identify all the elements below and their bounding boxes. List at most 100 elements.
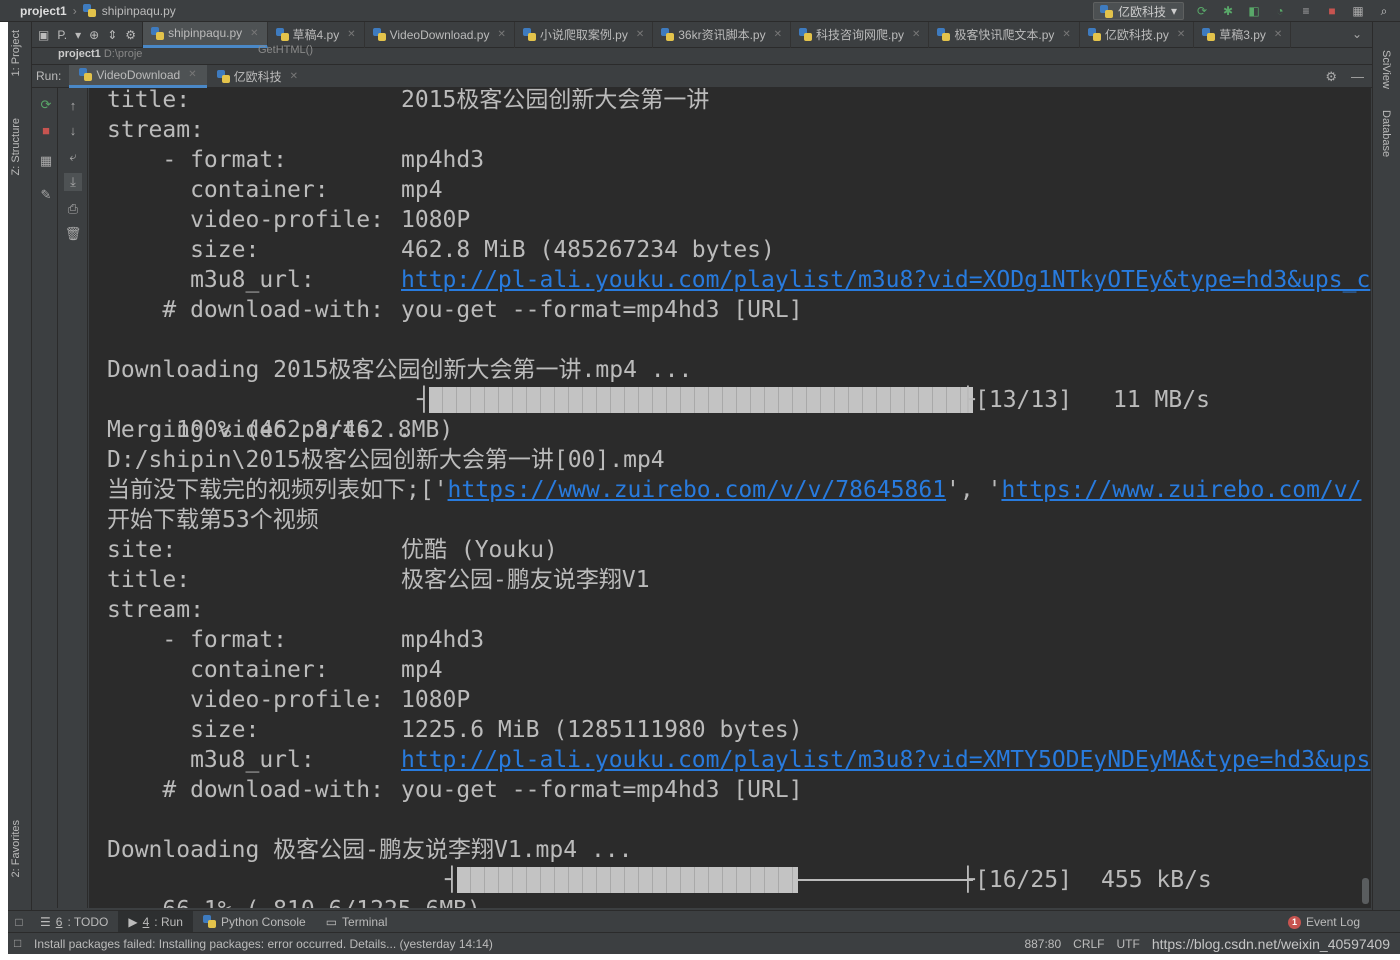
gear-icon[interactable]: ⚙ xyxy=(125,28,136,42)
tool-tab-sciview[interactable]: SciView xyxy=(1380,50,1392,89)
close-icon[interactable]: ✕ xyxy=(497,29,505,40)
print-icon[interactable]: ⎙ xyxy=(64,200,82,218)
editor-tab[interactable]: 科技咨询网爬.py ✕ xyxy=(791,21,930,48)
gear-icon[interactable]: ⚙ xyxy=(1325,69,1337,85)
file-encoding[interactable]: UTF xyxy=(1117,937,1140,951)
debug-icon[interactable]: ✱ xyxy=(1220,3,1236,19)
editor-tab-label: 草稿3.py xyxy=(1219,28,1266,42)
close-icon[interactable]: ✕ xyxy=(1177,29,1185,40)
editor-tab[interactable]: VideoDownload.py ✕ xyxy=(365,21,515,48)
run-tab[interactable]: VideoDownload ✕ xyxy=(69,64,207,88)
close-icon[interactable]: ✕ xyxy=(774,29,782,40)
status-bar: □ Install packages failed: Installing pa… xyxy=(8,932,1400,954)
editor-tab[interactable]: 小说爬取案例.py ✕ xyxy=(515,21,654,48)
close-icon[interactable]: ✕ xyxy=(250,28,258,39)
tab-todo[interactable]: ☰ 6: TODO xyxy=(30,911,118,933)
python-run-icon xyxy=(79,68,93,81)
line-separator[interactable]: CRLF xyxy=(1073,937,1104,951)
tool-windows-icon[interactable]: □ xyxy=(8,915,30,929)
m3u8-link[interactable]: http://pl-ali.youku.com/playlist/m3u8?vi… xyxy=(401,747,1370,773)
progress-remaining xyxy=(798,879,973,881)
status-message[interactable]: Install packages failed: Installing pack… xyxy=(8,937,493,951)
main-toolbar: 亿欧科技 ▾ ⟳ ✱ ◧ ◔ ≡ ■ ▦ ⌕ xyxy=(1092,0,1400,22)
project-view-select[interactable]: P. xyxy=(57,28,67,42)
trash-icon[interactable]: 🗑 xyxy=(64,225,82,243)
stop-icon[interactable]: ■ xyxy=(1324,3,1340,19)
pending-video-link[interactable]: https://www.zuirebo.com/v/ xyxy=(1001,477,1361,503)
minimize-icon[interactable]: — xyxy=(1351,69,1364,85)
scroll-to-end-icon[interactable]: ⤓ xyxy=(64,173,82,191)
project-root-label[interactable]: project1 xyxy=(32,48,101,60)
tab-terminal[interactable]: ▭ Terminal xyxy=(316,911,398,933)
close-icon[interactable]: ✕ xyxy=(188,69,196,80)
tool-tab-database[interactable]: Database xyxy=(1380,110,1392,157)
breadcrumb-file[interactable]: shipinpaqu.py xyxy=(102,4,176,18)
progress-line: 100% (462.8/462.8MB) ┤ ├ [13/13] 11 MB/s xyxy=(162,387,1210,443)
collapse-icon[interactable]: ⇕ xyxy=(107,28,117,42)
close-icon[interactable]: ✕ xyxy=(636,29,644,40)
editor-tab[interactable]: 草稿3.py ✕ xyxy=(1194,21,1292,48)
locate-icon[interactable]: ⊕ xyxy=(89,28,99,42)
tab-run[interactable]: ▶ 4: Run xyxy=(118,910,193,933)
tool-tab-favorites[interactable]: 2: Favorites xyxy=(10,820,22,877)
run-configuration-select[interactable]: 亿欧科技 ▾ xyxy=(1092,2,1184,20)
run-tab[interactable]: 亿欧科技 ✕ xyxy=(207,65,308,88)
stop-icon[interactable]: ■ xyxy=(37,121,55,139)
progress-line: 66.1% ( 810.6/1225.6MB) ┤ ├ [16/25] 455 … xyxy=(162,867,1212,908)
python-run-icon xyxy=(216,69,230,83)
console-line: size: 1225.6 MiB (1285111980 bytes) xyxy=(107,717,803,743)
down-arrow-icon[interactable]: ↓ xyxy=(64,121,82,139)
run-label: Run: xyxy=(36,69,62,83)
window-bottom-edge xyxy=(0,954,1400,960)
tool-windows-quick-icon[interactable]: □ xyxy=(14,936,21,950)
project-view-icon[interactable]: ▣ xyxy=(38,28,49,42)
console-scrollbar[interactable] xyxy=(1362,878,1369,904)
editor-tab-bar: ▣ P. ▾ ⊕ ⇕ ⚙ shipinpaqu.py ✕ 草稿4.py ✕ VideoD… xyxy=(32,21,1372,48)
profile-icon[interactable]: ◔ xyxy=(1272,3,1288,19)
run-configuration-label: 亿欧科技 xyxy=(1117,4,1166,19)
caret-position[interactable]: 887:80 xyxy=(1024,937,1061,951)
bottom-tool-tabs: □ ☰ 6: TODO ▶ 4: Run Python Console ▭ Termi… xyxy=(8,910,1400,933)
editor-tab[interactable]: 亿欧科技.py ✕ xyxy=(1080,21,1195,48)
console-line: container: mp4 xyxy=(107,657,443,683)
editor-tab-label: 极客快讯爬文本.py xyxy=(954,28,1055,42)
layout-icon[interactable]: ▦ xyxy=(37,152,55,170)
close-icon[interactable]: ✕ xyxy=(1274,29,1282,40)
tool-tab-project[interactable]: 1: Project xyxy=(10,30,22,76)
tab-python-console[interactable]: Python Console xyxy=(193,911,316,933)
python-console-icon xyxy=(202,915,216,928)
editor-tab-label: 亿欧科技.py xyxy=(1104,28,1169,42)
search-everywhere-icon[interactable]: ⌕ xyxy=(1376,3,1392,19)
editor-tab-label: 36kr资讯脚本.py xyxy=(678,28,766,42)
editor-tab[interactable]: 极客快讯爬文本.py ✕ xyxy=(929,21,1080,48)
editor-tabs: shipinpaqu.py ✕ 草稿4.py ✕ VideoDownload.py ✕ 小说… xyxy=(143,21,1292,48)
tool-tab-structure[interactable]: Z: Structure xyxy=(10,118,22,175)
close-icon[interactable]: ✕ xyxy=(912,29,920,40)
rerun-icon[interactable]: ⟳ xyxy=(37,96,55,114)
close-icon[interactable]: ✕ xyxy=(347,29,355,40)
m3u8-link[interactable]: http://pl-ali.youku.com/playlist/m3u8?vi… xyxy=(401,267,1370,293)
console-line: # download-with: you-get --format=mp4hd3 … xyxy=(107,297,803,323)
python-file-icon xyxy=(372,28,386,41)
list-icon: ☰ xyxy=(40,914,51,929)
pending-video-link[interactable]: https://www.zuirebo.com/v/v/78645861 xyxy=(448,477,947,503)
pin-icon[interactable]: ✎ xyxy=(37,186,55,204)
navigation-bar: project1 › shipinpaqu.py 亿欧科技 ▾ ⟳ ✱ ◧ ◔ … xyxy=(0,0,1400,22)
more-icon[interactable]: ▦ xyxy=(1350,3,1366,19)
run-list-icon[interactable]: ≡ xyxy=(1298,3,1314,19)
coverage-icon[interactable]: ◧ xyxy=(1246,3,1262,19)
run-toolbar-secondary: ↑ ↓ ⤶ ⤓ ⎙ 🗑 xyxy=(58,88,88,908)
watermark: https://blog.csdn.net/weixin_40597409 xyxy=(1151,936,1390,952)
rerun-icon[interactable]: ⟳ xyxy=(1194,3,1210,19)
close-icon[interactable]: ✕ xyxy=(1062,29,1070,40)
event-log-button[interactable]: 1 Event Log xyxy=(1287,915,1360,929)
breadcrumb-project[interactable]: project1 xyxy=(20,4,67,18)
up-arrow-icon[interactable]: ↑ xyxy=(64,96,82,114)
editor-tab[interactable]: 36kr资讯脚本.py ✕ xyxy=(653,21,791,48)
editor-tab[interactable]: shipinpaqu.py ✕ xyxy=(143,21,268,48)
progress-bar xyxy=(457,867,973,893)
close-icon[interactable]: ✕ xyxy=(290,71,298,82)
tab-list-chevron-icon[interactable]: ⌄ xyxy=(1352,27,1362,41)
soft-wrap-icon[interactable]: ⤶ xyxy=(64,148,82,166)
run-console[interactable]: title: 2015极客公园创新大会第一讲 stream: - format: m… xyxy=(89,88,1371,908)
